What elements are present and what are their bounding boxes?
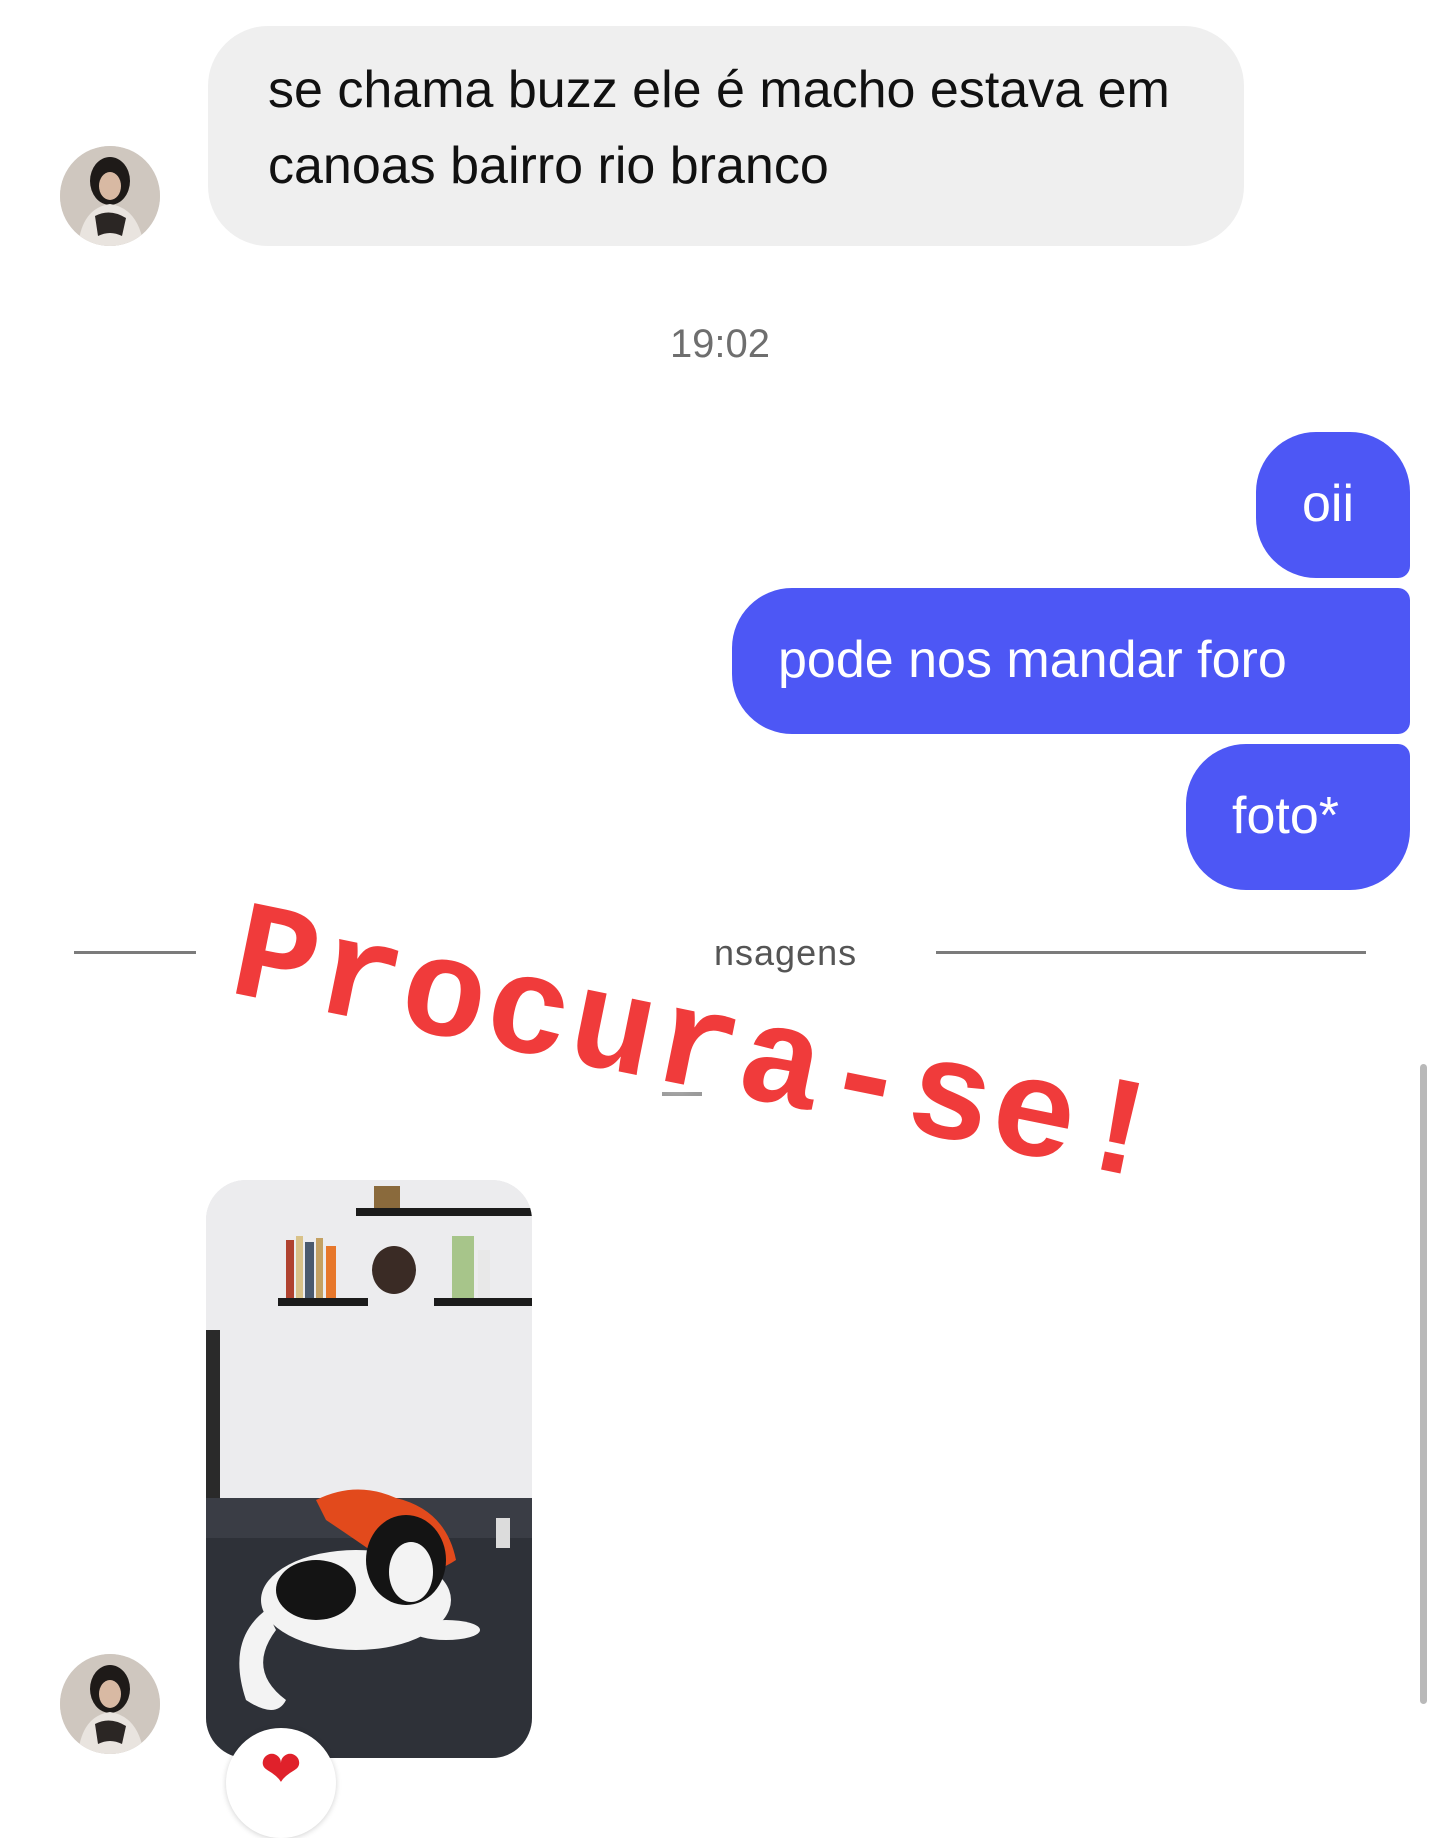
incoming-message-bubble[interactable]: se chama buzz ele é macho estava em cano… [208, 26, 1244, 246]
outgoing-message-text: pode nos mandar foro [778, 631, 1287, 689]
avatar-photo [60, 1654, 160, 1754]
incoming-message-text: se chama buzz ele é macho estava em cano… [268, 61, 1170, 195]
outgoing-message-text: oii [1302, 475, 1355, 533]
divider-line-right [936, 951, 1366, 954]
dog-photo [206, 1180, 532, 1758]
scrollbar[interactable] [1420, 1064, 1427, 1704]
outgoing-message-text: foto* [1232, 787, 1339, 845]
outgoing-message-bubble[interactable]: foto* [1186, 744, 1410, 890]
heart-reaction[interactable]: ❤ [226, 1728, 336, 1838]
heart-icon: ❤ [260, 1740, 302, 1798]
procura-se-sticker: Procura-se! [218, 878, 1178, 1223]
message-timestamp: 19:02 [669, 322, 771, 366]
divider-line-left [74, 951, 196, 954]
sender-avatar[interactable] [60, 1654, 160, 1754]
outgoing-message-bubble[interactable]: pode nos mandar foro [732, 588, 1410, 734]
avatar-photo [60, 146, 160, 246]
outgoing-message-bubble[interactable]: oii [1256, 432, 1410, 578]
dog-photo-message[interactable] [206, 1180, 532, 1758]
divider-label: nsagens [714, 932, 858, 973]
sender-avatar[interactable] [60, 146, 160, 246]
